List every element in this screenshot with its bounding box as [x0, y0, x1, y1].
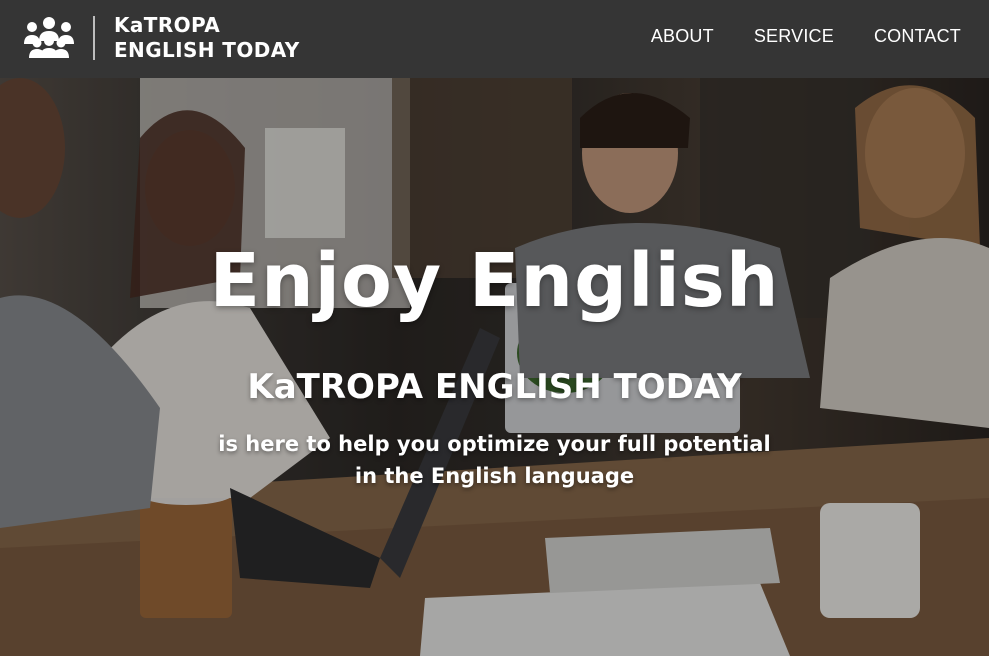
logo-divider [93, 16, 95, 60]
hero-description-line-2: in the English language [354, 464, 635, 488]
hero-title: Enjoy English [209, 238, 780, 324]
people-group-icon [23, 16, 75, 60]
hero-description-line-1: is here to help you optimize your full p… [218, 432, 771, 456]
logo-line-1: KaTROPA [114, 13, 221, 37]
site-logo[interactable]: KaTROPA ENGLISH TODAY [23, 13, 323, 63]
hero-section: Enjoy English KaTROPA ENGLISH TODAY is h… [0, 78, 989, 656]
hero-subtitle: KaTROPA ENGLISH TODAY [247, 367, 742, 407]
logo-line-2: ENGLISH TODAY [114, 38, 300, 62]
site-header: KaTROPA ENGLISH TODAY ABOUT SERVICE CONT… [0, 0, 989, 78]
nav-service[interactable]: SERVICE [754, 26, 834, 47]
nav-contact[interactable]: CONTACT [874, 26, 961, 47]
logo-text: KaTROPA ENGLISH TODAY [114, 13, 300, 63]
nav-about[interactable]: ABOUT [651, 26, 714, 47]
hero-description: is here to help you optimize your full p… [0, 428, 989, 492]
main-nav: ABOUT SERVICE CONTACT [611, 26, 961, 47]
